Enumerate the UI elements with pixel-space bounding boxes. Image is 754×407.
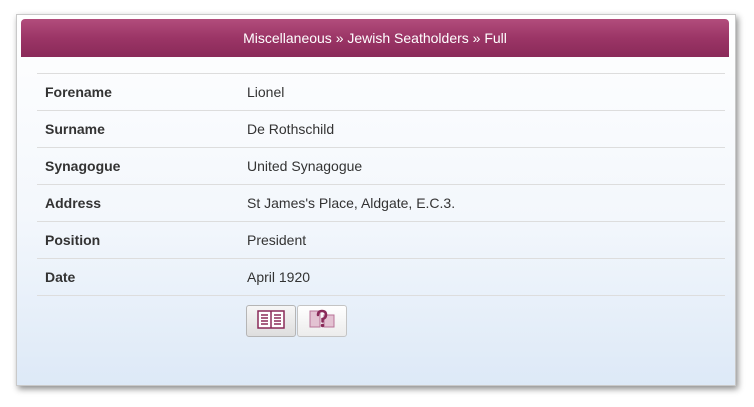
field-label-position: Position [45,232,101,248]
help-button[interactable] [297,305,347,337]
view-transcript-button[interactable] [246,305,296,337]
help-icon [308,309,336,334]
transcript-icon [257,309,285,334]
table-row: Date April 1920 [37,259,725,296]
table-row: Surname De Rothschild [37,111,725,148]
record-details-table: Forename Lionel Surname De Rothschild Sy… [37,73,725,296]
field-value-position: President [247,232,307,248]
action-buttons [246,305,348,337]
field-value-synagogue: United Synagogue [247,158,363,174]
field-label-synagogue: Synagogue [45,158,121,174]
field-label-date: Date [45,269,76,285]
table-row: Synagogue United Synagogue [37,148,725,185]
field-label-forename: Forename [45,84,112,100]
panel-title: Miscellaneous » Jewish Seatholders » Ful… [21,19,729,57]
table-row: Position President [37,222,725,259]
field-value-forename: Lionel [247,84,285,100]
field-value-surname: De Rothschild [247,121,335,137]
field-label-address: Address [45,195,102,211]
field-value-date: April 1920 [247,269,311,285]
table-row: Address St James's Place, Aldgate, E.C.3… [37,185,725,222]
field-label-surname: Surname [45,121,105,137]
table-row: Forename Lionel [37,74,725,111]
field-value-address: St James's Place, Aldgate, E.C.3. [247,195,456,211]
record-panel: Miscellaneous » Jewish Seatholders » Ful… [16,14,736,386]
